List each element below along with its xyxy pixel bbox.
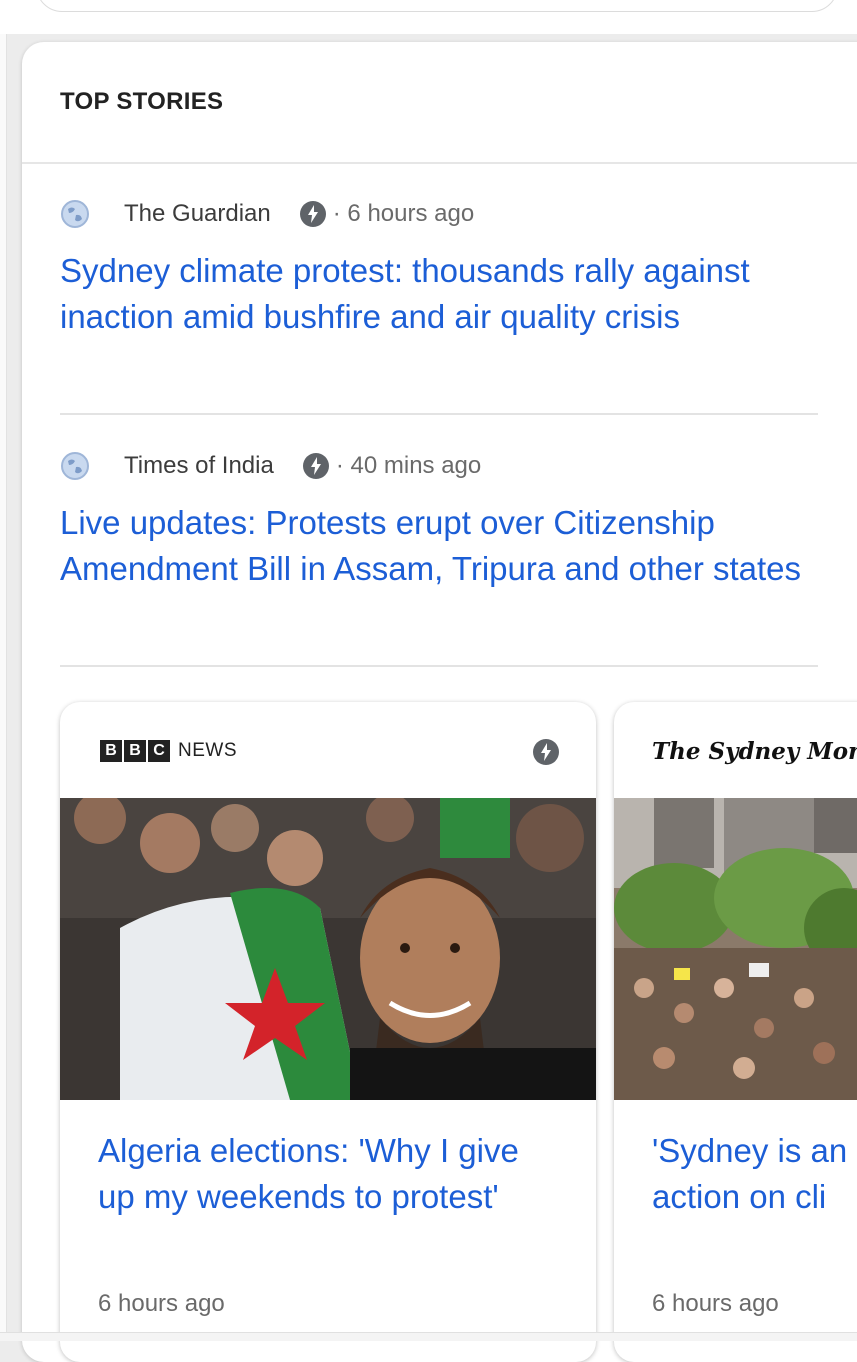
globe-icon	[61, 200, 89, 228]
story-source: Times of India	[124, 452, 274, 479]
left-edge	[0, 0, 7, 1341]
story-time: 6 hours ago	[652, 1290, 779, 1317]
card-logo-row: The Sydney Morning	[614, 702, 857, 798]
story-time: · 40 mins ago	[335, 452, 482, 479]
story-source: The Guardian	[124, 200, 271, 227]
story-item[interactable]: The Guardian · 6 hours ago Sydney climat…	[60, 196, 818, 340]
lightning-bolt-icon	[533, 739, 559, 765]
crowd-photo	[614, 798, 857, 1100]
section-title: TOP STORIES	[60, 88, 224, 115]
carousel-card[interactable]: The Sydney Morning	[614, 702, 857, 1362]
carousel-card[interactable]: B B C NEWS Algeria elections: 'Why I giv…	[60, 702, 596, 1362]
story-time: 6 hours ago	[98, 1290, 225, 1317]
bbc-news-logo: B B C NEWS	[100, 740, 237, 762]
top-stories-card: TOP STORIES The Guardian · 6 hours ago S…	[22, 42, 857, 1362]
protester-photo	[60, 798, 596, 1100]
story-item[interactable]: Times of India · 40 mins ago Live update…	[60, 448, 818, 592]
story-meta: The Guardian · 6 hours ago	[60, 196, 818, 232]
bottom-edge	[0, 1332, 857, 1341]
top-bar	[0, 0, 857, 34]
divider	[60, 665, 818, 667]
card-logo-row: B B C NEWS	[60, 702, 596, 798]
globe-icon	[61, 452, 89, 480]
search-bar[interactable]	[36, 0, 838, 12]
story-headline-link[interactable]: Live updates: Protests erupt over Citize…	[60, 500, 818, 592]
story-headline-link[interactable]: Algeria elections: 'Why I give up my wee…	[98, 1128, 528, 1220]
lightning-bolt-icon	[299, 201, 326, 227]
story-meta: Times of India · 40 mins ago	[60, 448, 818, 484]
card-header: TOP STORIES	[22, 42, 857, 164]
story-headline-link[interactable]: 'Sydney is an march to der action on cli	[652, 1128, 857, 1220]
story-time: · 6 hours ago	[332, 200, 475, 227]
story-headline-link[interactable]: Sydney climate protest: thousands rally …	[60, 248, 818, 340]
smh-logo: The Sydney Morning	[652, 738, 857, 765]
story-thumbnail[interactable]	[60, 798, 596, 1100]
story-thumbnail[interactable]	[614, 798, 857, 1100]
divider	[60, 413, 818, 415]
lightning-bolt-icon	[302, 453, 329, 479]
